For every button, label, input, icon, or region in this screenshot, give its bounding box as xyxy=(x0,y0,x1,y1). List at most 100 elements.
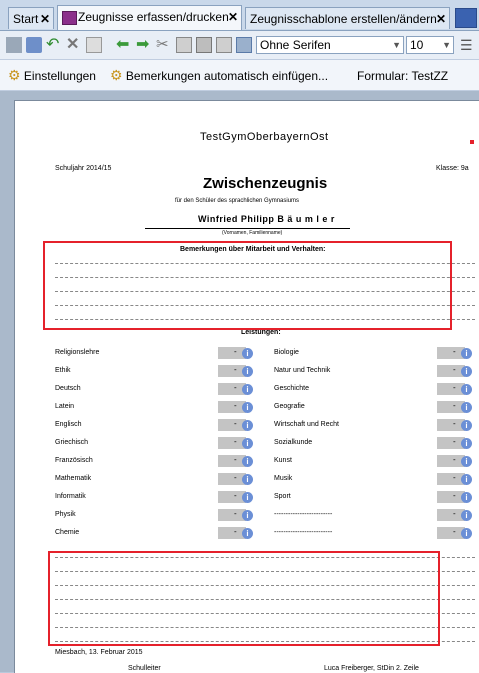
grade-value: - xyxy=(453,473,456,482)
subject-label: Griechisch xyxy=(55,439,89,446)
font-family-select[interactable]: Ohne Serifen ▼ xyxy=(256,36,404,54)
info-icon[interactable]: i xyxy=(242,510,253,521)
delete-icon[interactable]: ✕ xyxy=(66,37,82,53)
close-icon[interactable]: ✕ xyxy=(436,8,446,29)
subject-label: Geschichte xyxy=(274,385,310,392)
tab-zeugnisse-erfassen[interactable]: Zeugnisse erfassen/drucken ✕ xyxy=(57,5,242,30)
subject-label: Informatik xyxy=(55,493,86,500)
red-marker xyxy=(470,140,474,144)
info-icon[interactable]: i xyxy=(242,384,253,395)
gear-icon: ⚙ xyxy=(110,67,123,83)
grade-value: - xyxy=(453,419,456,428)
subject-label: Ethik xyxy=(55,367,71,374)
info-icon[interactable]: i xyxy=(461,366,472,377)
chevron-down-icon[interactable]: ▼ xyxy=(442,37,451,53)
subject-label: Physik xyxy=(55,511,76,518)
info-icon[interactable]: i xyxy=(461,456,472,467)
copy-icon[interactable] xyxy=(176,37,192,53)
info-icon[interactable]: i xyxy=(242,528,253,539)
subject-label: Biologie xyxy=(274,349,299,356)
clear-icon[interactable] xyxy=(86,37,102,53)
subject-label: Religionslehre xyxy=(55,349,100,356)
info-icon[interactable]: i xyxy=(242,438,253,449)
info-icon[interactable]: i xyxy=(461,528,472,539)
grade-value: - xyxy=(234,527,237,536)
info-icon[interactable]: i xyxy=(242,402,253,413)
grade-value: - xyxy=(453,383,456,392)
paste-icon[interactable] xyxy=(196,37,212,53)
table-icon[interactable] xyxy=(236,37,252,53)
grade-value: - xyxy=(234,347,237,356)
save-icon[interactable] xyxy=(26,37,42,53)
grade-value: - xyxy=(234,419,237,428)
info-icon[interactable]: i xyxy=(461,474,472,485)
close-icon[interactable]: ✕ xyxy=(228,6,238,28)
grade-value: - xyxy=(453,437,456,446)
grade-value: - xyxy=(453,365,456,374)
subject-label: Englisch xyxy=(55,421,82,428)
subject-label: Mathematik xyxy=(55,475,92,482)
report-subtitle: für den Schüler des sprachlichen Gymnasi… xyxy=(175,198,300,204)
tab-label: Zeugnisschablone erstellen/ändern xyxy=(250,12,437,26)
highlight-lower-box xyxy=(48,551,440,646)
subject-label: Geografie xyxy=(274,403,305,410)
info-icon[interactable]: i xyxy=(461,384,472,395)
info-icon[interactable]: i xyxy=(461,348,472,359)
tab-zeugnisschablone[interactable]: Zeugnisschablone erstellen/ändern ✕ xyxy=(245,7,450,29)
grade-value: - xyxy=(234,491,237,500)
tab-list-icon[interactable] xyxy=(455,8,477,28)
settings-button[interactable]: ⚙ Einstellungen xyxy=(8,67,96,84)
format-toolbar: ↶ ✕ ⬅ ➡ ✂ Ohne Serifen ▼ 10 ▼ ☰ xyxy=(0,31,479,60)
insert-field-icon[interactable] xyxy=(216,37,232,53)
tab-start[interactable]: Start ✕ xyxy=(8,7,54,29)
info-icon[interactable]: i xyxy=(242,366,253,377)
cut-icon[interactable]: ✂ xyxy=(156,37,172,53)
remarks-auto-button[interactable]: ⚙ Bemerkungen automatisch einfügen... xyxy=(110,67,328,84)
info-icon[interactable]: i xyxy=(242,456,253,467)
info-icon[interactable]: i xyxy=(461,492,472,503)
subject-label: Französisch xyxy=(55,457,93,464)
font-size-select[interactable]: 10 ▼ xyxy=(406,36,454,54)
subject-label: Musik xyxy=(274,475,293,482)
align-left-icon[interactable]: ☰ xyxy=(460,37,476,53)
school-name: TestGymOberbayernOst xyxy=(200,131,329,143)
subject-label: Sport xyxy=(274,493,291,500)
grade-value: - xyxy=(453,347,456,356)
grade-value: - xyxy=(453,401,456,410)
performance-heading: Leistungen: xyxy=(241,329,281,336)
grade-value: - xyxy=(234,473,237,482)
subject-label: Deutsch xyxy=(55,385,81,392)
font-family-value: Ohne Serifen xyxy=(260,38,331,52)
chevron-down-icon[interactable]: ▼ xyxy=(392,37,401,53)
settings-label: Einstellungen xyxy=(23,69,96,83)
grade-value: - xyxy=(234,365,237,374)
arrow-left-icon[interactable]: ⬅ xyxy=(116,37,132,53)
tab-label: Zeugnisse erfassen/drucken xyxy=(78,10,229,24)
font-size-value: 10 xyxy=(410,38,424,52)
subject-label: Chemie xyxy=(55,529,80,536)
subject-label: ------------------------- xyxy=(274,529,333,536)
place-date: Miesbach, 13. Februar 2015 xyxy=(55,649,143,656)
info-icon[interactable]: i xyxy=(242,420,253,431)
info-icon[interactable]: i xyxy=(461,402,472,413)
close-icon[interactable]: ✕ xyxy=(40,8,50,29)
subject-label: Natur und Technik xyxy=(274,367,331,374)
info-icon[interactable]: i xyxy=(461,510,472,521)
principal-label: Schulleiter xyxy=(128,665,161,672)
tab-bar: Start ✕ Zeugnisse erfassen/drucken ✕ Zeu… xyxy=(0,0,479,31)
subject-label: Sozialkunde xyxy=(274,439,313,446)
grade-value: - xyxy=(234,401,237,410)
subject-label: Latein xyxy=(55,403,75,410)
class-label: Klasse: 9a xyxy=(436,165,469,172)
info-icon[interactable]: i xyxy=(242,348,253,359)
subject-label: Kunst xyxy=(274,457,292,464)
new-document-icon[interactable] xyxy=(6,37,22,53)
arrow-right-icon[interactable]: ➡ xyxy=(136,37,152,53)
grade-value: - xyxy=(453,509,456,518)
info-icon[interactable]: i xyxy=(461,438,472,449)
info-icon[interactable]: i xyxy=(461,420,472,431)
info-icon[interactable]: i xyxy=(242,492,253,503)
info-icon[interactable]: i xyxy=(242,474,253,485)
report-title: Zwischenzeugnis xyxy=(203,175,328,192)
undo-icon[interactable]: ↶ xyxy=(46,37,62,53)
